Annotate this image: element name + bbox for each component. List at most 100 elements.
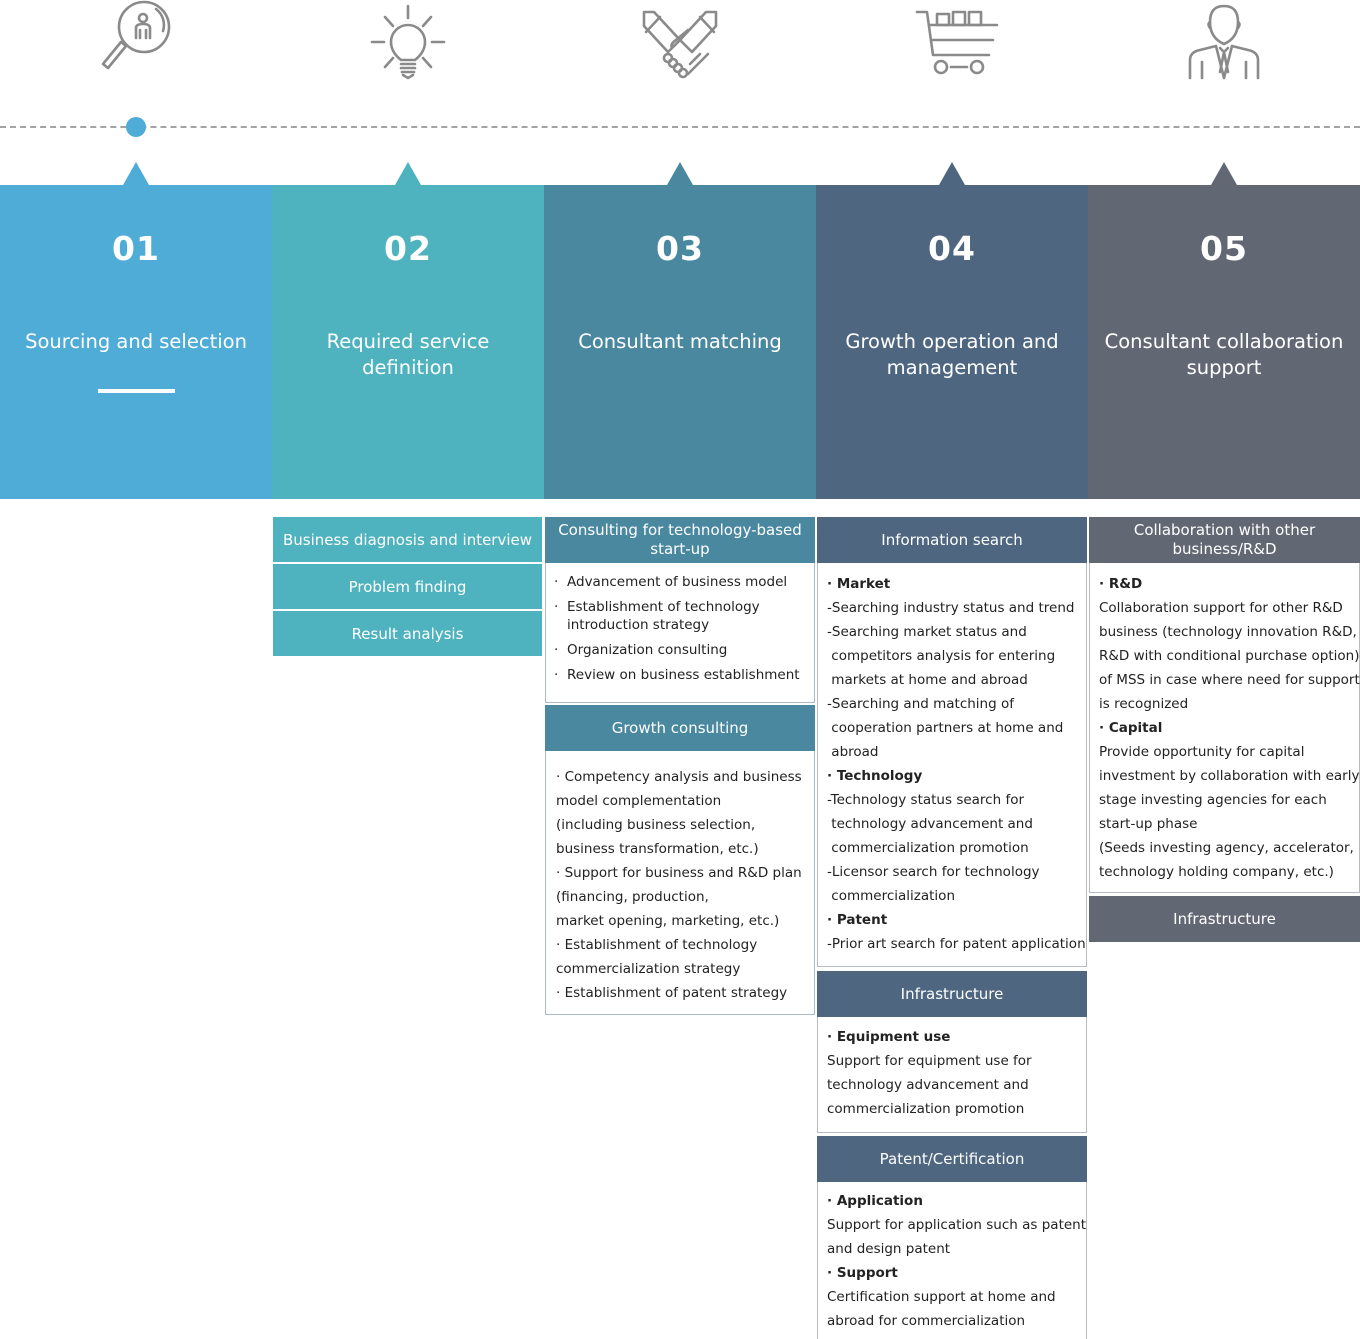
- step4-details: Information search · Market -Searching in…: [817, 517, 1087, 1339]
- collaboration-header: Collaboration with other business/R&D: [1089, 517, 1360, 563]
- growth-consulting-line: · Establishment of technology: [556, 937, 758, 953]
- bullet-dot: ·: [554, 599, 559, 615]
- step3-details: Consulting for technology-based start-up…: [545, 517, 815, 1015]
- infrastructure-list: · Equipment use Support for equipment use…: [827, 1025, 1082, 1121]
- growth-consulting-line: business transformation, etc.): [556, 841, 759, 857]
- growth-consulting-line: · Establishment of patent strategy: [556, 985, 788, 1001]
- step-number: 01: [112, 229, 160, 268]
- step-number: 05: [1200, 229, 1248, 268]
- step2-item: Business diagnosis and interview: [273, 517, 542, 562]
- startup-consulting-item: · Organization consulting: [554, 641, 808, 659]
- bullet-dot: ·: [554, 574, 559, 590]
- patent-certification-line: Support for application such as patent: [827, 1217, 1087, 1233]
- information-search-line: cooperation partners at home and: [827, 720, 1064, 736]
- step-number: 02: [384, 229, 432, 268]
- information-search-line: -Searching and matching of: [827, 696, 1014, 712]
- step-number: 04: [928, 229, 976, 268]
- patent-certification-line: Certification support at home and: [827, 1289, 1056, 1305]
- startup-consulting-header: Consulting for technology-based start-up: [545, 517, 815, 563]
- item-text: Establishment of technology introduction…: [567, 599, 760, 633]
- step5-details: Collaboration with other business/R&D · …: [1089, 517, 1360, 942]
- growth-consulting-line: model complementation: [556, 793, 722, 809]
- startup-consulting-item: · Review on business establishment: [554, 666, 808, 684]
- startup-consulting-item: · Advancement of business model: [554, 573, 808, 591]
- information-search-line: -Technology status search for: [827, 792, 1025, 808]
- collaboration-line: of MSS in case where need for support: [1099, 672, 1360, 688]
- patent-certification-subheading: · Support: [827, 1265, 898, 1281]
- growth-consulting-box: · Competency analysis and business model …: [545, 751, 815, 1015]
- businessman-icon: [1174, 0, 1274, 90]
- collaboration-line: Collaboration support for other R&D: [1099, 600, 1343, 616]
- collaboration-line: investment by collaboration with early: [1099, 768, 1360, 784]
- information-search-subheading: · Patent: [827, 912, 888, 928]
- collaboration-line: technology holding company, etc.): [1099, 864, 1334, 880]
- shopping-cart-icon: [907, 0, 1007, 90]
- bullet-dot: ·: [554, 642, 559, 658]
- patent-certification-subheading: · Application: [827, 1193, 923, 1209]
- bullet-dot: ·: [554, 667, 559, 683]
- infrastructure-header: Infrastructure: [817, 971, 1087, 1017]
- information-search-line: markets at home and abroad: [827, 672, 1028, 688]
- step-04[interactable]: 04 Growth operation and management: [816, 162, 1088, 499]
- growth-consulting-header: Growth consulting: [545, 705, 815, 751]
- information-search-line: commercialization promotion: [827, 840, 1029, 856]
- patent-certification-header: Patent/Certification: [817, 1136, 1087, 1182]
- startup-consulting-list: · Advancement of business model · Establish…: [554, 573, 808, 684]
- step-number: 03: [656, 229, 704, 268]
- patent-certification-line: abroad for commercialization: [827, 1313, 1026, 1329]
- step-pointer: [667, 162, 693, 185]
- step-03[interactable]: 03 Consultant matching: [544, 162, 816, 499]
- collaboration-line: is recognized: [1099, 696, 1189, 712]
- infrastructure-box: · Equipment use Support for equipment use…: [817, 1017, 1087, 1133]
- infrastructure-line: commercialization promotion: [827, 1101, 1025, 1117]
- step-title: Consultant collaboration support: [1104, 330, 1344, 379]
- growth-consulting-line: · Support for business and R&D plan: [556, 865, 802, 881]
- information-search-line: -Searching market status and: [827, 624, 1027, 640]
- infrastructure-subheading: · Equipment use: [827, 1029, 951, 1045]
- step-title: Consultant matching: [578, 330, 782, 353]
- active-underline: [98, 389, 175, 393]
- step2-item: Problem finding: [273, 564, 542, 609]
- collaboration-line: business (technology innovation R&D,: [1099, 624, 1357, 640]
- growth-consulting-line: · Competency analysis and business: [556, 769, 802, 785]
- collaboration-line: R&D with conditional purchase option): [1099, 648, 1360, 664]
- growth-consulting-line: commercialization strategy: [556, 961, 741, 977]
- timeline-dashed-line: [0, 126, 1360, 128]
- information-search-subheading: · Technology: [827, 768, 923, 784]
- information-search-line: commercialization: [827, 888, 955, 904]
- collaboration-line: (Seeds investing agency, accelerator,: [1099, 840, 1354, 856]
- startup-consulting-box: · Advancement of business model · Establish…: [545, 563, 815, 703]
- item-text: Review on business establishment: [567, 667, 800, 683]
- step-pointer: [1211, 162, 1237, 185]
- information-search-line: -Searching industry status and trend: [827, 600, 1075, 616]
- collaboration-line: stage investing agencies for each: [1099, 792, 1327, 808]
- step-02[interactable]: 02 Required service definition: [272, 162, 544, 499]
- information-search-line: competitors analysis for entering: [827, 648, 1056, 664]
- growth-consulting-line: market opening, marketing, etc.): [556, 913, 780, 929]
- information-search-box: · Market -Searching industry status and t…: [817, 563, 1087, 967]
- step2-item: Result analysis: [273, 611, 542, 656]
- step5-infrastructure-header: Infrastructure: [1089, 896, 1360, 942]
- collaboration-subheading: · R&D: [1099, 576, 1143, 592]
- patent-certification-line: and design patent: [827, 1241, 951, 1257]
- handshake-icon: [630, 0, 730, 90]
- item-text: Advancement of business model: [567, 574, 788, 590]
- startup-consulting-item: · Establishment of technology introductio…: [554, 598, 808, 634]
- infrastructure-line: technology advancement and: [827, 1077, 1029, 1093]
- information-search-line: technology advancement and: [827, 816, 1033, 832]
- information-search-line: -Prior art search for patent application: [827, 936, 1086, 952]
- step2-details: Business diagnosis and interview Problem…: [273, 517, 542, 658]
- magnifier-person-icon: [96, 0, 196, 90]
- item-text: Organization consulting: [567, 642, 728, 658]
- patent-certification-box: · Application Support for application suc…: [817, 1182, 1087, 1339]
- collaboration-list: · R&D Collaboration support for other R&D…: [1099, 572, 1360, 884]
- lightbulb-icon: [358, 0, 458, 90]
- step-pointer: [123, 162, 149, 185]
- timeline-active-marker: [126, 117, 146, 137]
- step-01[interactable]: 01 Sourcing and selection: [0, 162, 272, 499]
- step-title: Sourcing and selection: [25, 330, 247, 353]
- growth-consulting-list: · Competency analysis and business model …: [556, 765, 808, 1005]
- information-search-subheading: · Market: [827, 576, 891, 592]
- step-title: Growth operation and management: [845, 330, 1059, 379]
- step-05[interactable]: 05 Consultant collaboration support: [1088, 162, 1360, 499]
